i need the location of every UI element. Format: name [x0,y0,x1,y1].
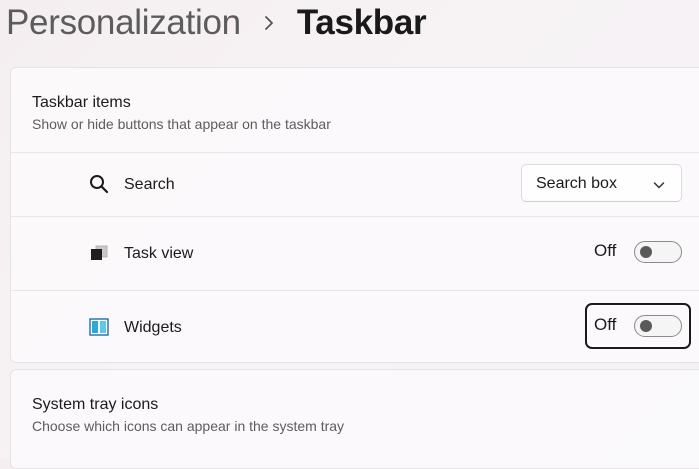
system-tray-card: System tray icons Choose which icons can… [10,369,699,469]
search-mode-value: Search box [536,175,617,192]
chevron-down-icon [653,178,665,190]
widgets-toggle-group: Off [585,303,691,349]
system-tray-subtitle: Choose which icons can appear in the sys… [32,418,345,434]
system-tray-header[interactable]: System tray icons Choose which icons can… [11,370,699,454]
breadcrumb: Personalization Taskbar [6,0,427,46]
system-tray-title: System tray icons [32,396,159,413]
search-mode-dropdown[interactable]: Search box [521,164,682,202]
search-label: Search [124,176,175,193]
widgets-row: Widgets Off [11,290,699,362]
taskbar-items-card: Taskbar items Show or hide buttons that … [10,67,699,363]
toggle-knob [640,246,652,258]
taskbar-items-title: Taskbar items [32,94,131,111]
toggle-knob [640,320,652,332]
widgets-state-label: Off [594,315,617,334]
taskbar-items-subtitle: Show or hide buttons that appear on the … [32,116,331,132]
search-row: Search Search box [11,152,699,217]
widgets-icon [89,317,109,337]
chevron-right-icon [241,16,297,30]
task-view-state-label: Off [594,241,617,260]
task-view-label: Task view [124,245,194,262]
breadcrumb-parent-personalization[interactable]: Personalization [6,3,241,43]
task-view-row: Task view Off [11,216,699,291]
search-icon [89,174,109,194]
task-view-toggle-group: Off [585,229,691,275]
page-title: Taskbar [296,3,427,42]
task-view-icon [89,243,109,263]
taskbar-items-header[interactable]: Taskbar items Show or hide buttons that … [11,68,699,153]
widgets-label: Widgets [124,319,182,336]
widgets-toggle[interactable] [634,315,682,337]
task-view-toggle[interactable] [634,241,682,263]
